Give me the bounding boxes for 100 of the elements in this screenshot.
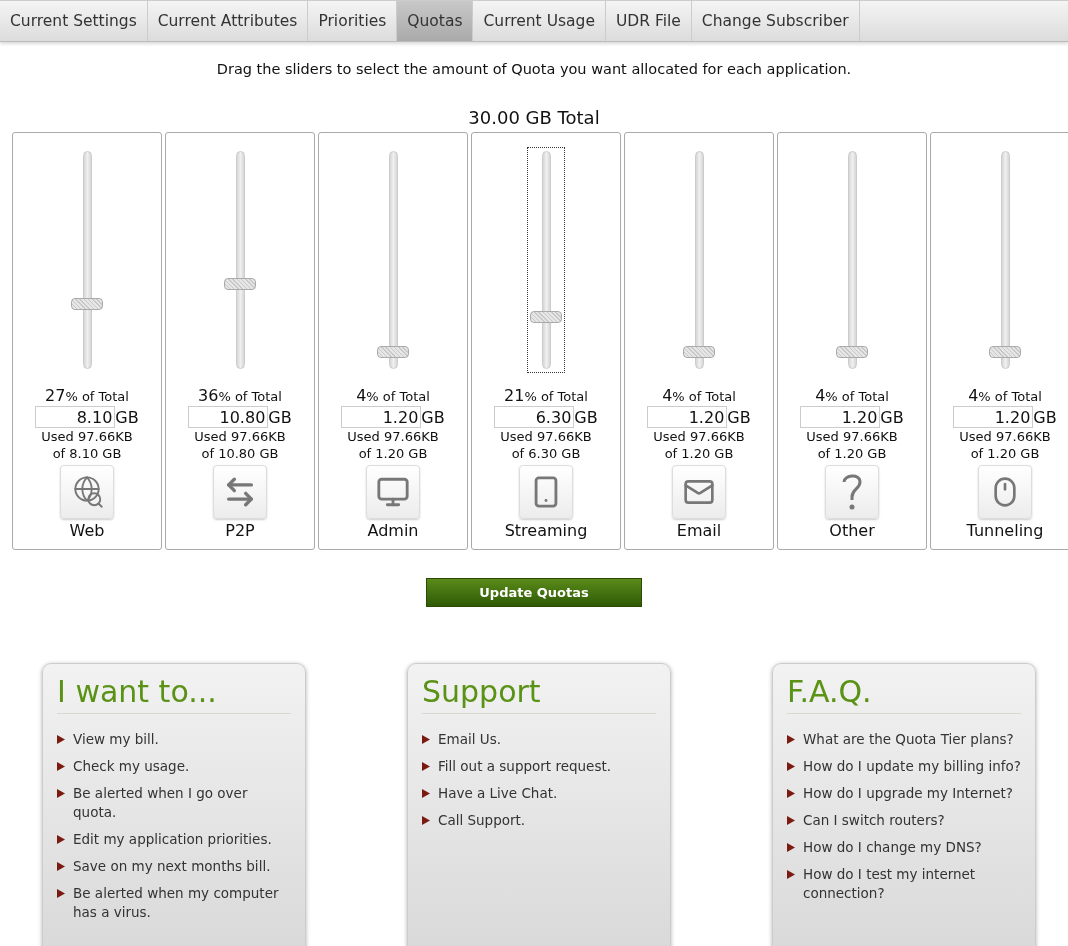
unit-label: GB [1033,407,1057,427]
percent-text: 27% of Total [45,386,129,405]
bullet-icon [787,735,795,744]
slider-thumb[interactable] [836,345,868,358]
panel-link[interactable]: How do I change my DNS? [803,838,982,857]
instruction-text: Drag the sliders to select the amount of Quota you want allocated for each application. [215,61,853,77]
slider-thumb[interactable] [683,345,715,358]
used-text: Used 97.66KB [41,428,133,445]
unit-label: GB [421,407,445,427]
application-icon-button[interactable] [366,465,420,519]
panel-link[interactable]: Have a Live Chat. [438,784,558,803]
bullet-icon [57,862,65,871]
used-text: Used 97.66KB [806,428,898,445]
limit-text: of 8.10 GB [52,445,122,462]
bullet-icon [422,816,430,825]
bullet-icon [787,789,795,798]
slider-thumb[interactable] [224,277,256,290]
quota-input[interactable]: 1.20 [647,406,728,428]
application-name: Admin [367,521,419,540]
application-name: P2P [225,521,255,540]
bullet-icon [57,835,65,844]
tab[interactable]: UDR File [605,1,692,41]
bullet-icon [787,762,795,771]
bullet-icon [57,889,65,898]
percent-text: 4% of Total [356,386,430,405]
unit-label: GB [115,407,139,427]
panel-link[interactable]: Check my usage. [73,757,190,776]
panel-link[interactable]: Call Support. [438,811,526,830]
bullet-icon [422,789,430,798]
used-text: Used 97.66KB [347,428,439,445]
unit-label: GB [268,407,292,427]
tab[interactable]: Change Subscriber [691,1,860,41]
limit-text: of 1.20 GB [817,445,887,462]
panel-link[interactable]: What are the Quota Tier plans? [803,730,1014,749]
application-name: Streaming [504,521,588,540]
vertical-slider[interactable] [528,148,564,372]
application-icon-button[interactable] [825,465,879,519]
application-name: Other [829,521,875,540]
question-mark-icon [841,472,863,512]
panel-title: I want to... [57,674,291,714]
quota-input[interactable]: 1.20 [800,406,881,428]
application-icon-button[interactable] [672,465,726,519]
quota-input[interactable]: 1.20 [341,406,422,428]
used-text: Used 97.66KB [500,428,592,445]
tab[interactable]: Current Usage [473,1,606,41]
quota-input[interactable]: 10.80 [188,406,269,428]
bullet-icon [422,762,430,771]
panel-link[interactable]: Email Us. [438,730,501,749]
panel-link[interactable]: Save on my next months bill. [73,857,271,876]
slider-thumb[interactable] [377,345,409,358]
tab[interactable]: Quotas [397,1,474,41]
application-icon-button[interactable] [519,465,573,519]
unit-label: GB [880,407,904,427]
monitor-icon [376,475,410,509]
quota-input[interactable]: 8.10 [35,406,116,428]
bullet-icon [57,762,65,771]
application-name: Tunneling [966,521,1044,540]
tab[interactable]: Current Attributes [147,1,309,41]
limit-text: of 6.30 GB [511,445,581,462]
application-icon-button[interactable] [978,465,1032,519]
panel-link[interactable]: Can I switch routers? [803,811,945,830]
application-icon-button[interactable] [213,465,267,519]
bullet-icon [787,816,795,825]
panel-link[interactable]: How do I test my internet connection? [803,865,1021,903]
percent-text: 36% of Total [198,386,282,405]
percent-text: 21% of Total [504,386,588,405]
total-quota: 30.00 GB Total [467,107,601,128]
bullet-icon [787,870,795,879]
unit-label: GB [727,407,751,427]
used-text: Used 97.66KB [959,428,1051,445]
quota-input[interactable]: 6.30 [494,406,575,428]
bullet-icon [422,735,430,744]
limit-text: of 10.80 GB [201,445,279,462]
used-text: Used 97.66KB [653,428,745,445]
panel-link[interactable]: Fill out a support request. [438,757,612,776]
unit-label: GB [574,407,598,427]
application-name: Email [676,521,722,540]
panel-link[interactable]: Be alerted when I go over quota. [73,784,291,822]
panel-link[interactable]: View my bill. [73,730,159,749]
application-name: Web [69,521,105,540]
panel-link[interactable]: How do I upgrade my Internet? [803,784,1014,803]
slider-thumb[interactable] [530,310,562,323]
application-icon-button[interactable] [60,465,114,519]
tab[interactable]: Current Settings [0,1,148,41]
slider-thumb[interactable] [989,345,1021,358]
quota-input[interactable]: 1.20 [953,406,1034,428]
panel-link[interactable]: Be alerted when my computer has a virus. [73,884,291,922]
panel-link[interactable]: Edit my application priorities. [73,830,272,849]
panel-link[interactable]: How do I update my billing info? [803,757,1021,776]
panel-title: F.A.Q. [787,674,1021,714]
bullet-icon [57,789,65,798]
bullet-icon [57,735,65,744]
slider-thumb[interactable] [71,298,103,311]
bullet-icon [787,843,795,852]
percent-text: 4% of Total [815,386,889,405]
limit-text: of 1.20 GB [358,445,428,462]
percent-text: 4% of Total [662,386,736,405]
update-quotas-button[interactable]: Update Quotas [426,578,642,607]
limit-text: of 1.20 GB [664,445,734,462]
limit-text: of 1.20 GB [970,445,1040,462]
